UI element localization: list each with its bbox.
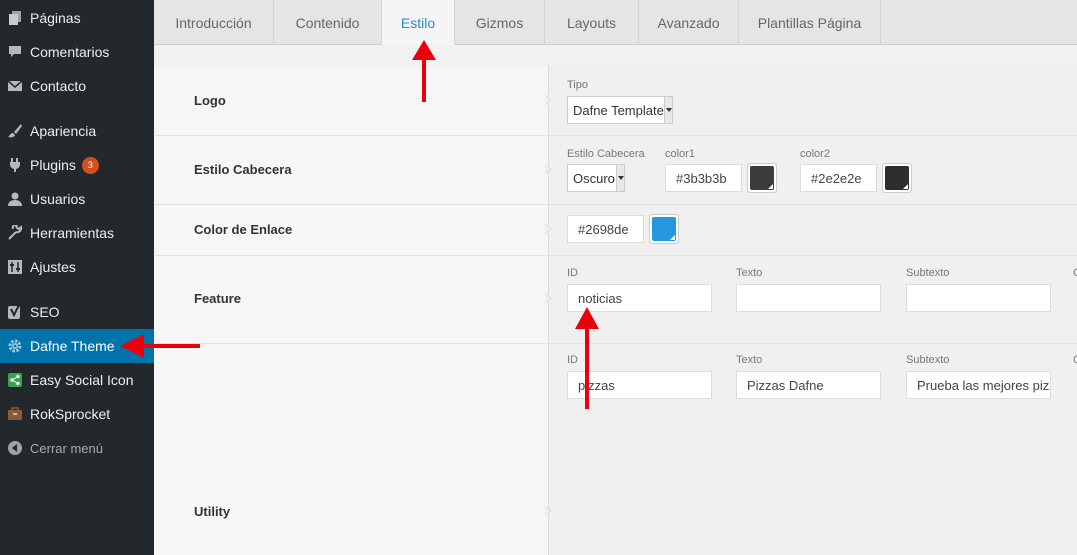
- sidebar-item-label: Comentarios: [30, 44, 110, 60]
- collapse-icon: [0, 440, 30, 456]
- sidebar-item-label: Dafne Theme: [30, 338, 115, 354]
- user-icon: [0, 191, 30, 207]
- tab-avanzado[interactable]: Avanzado: [639, 0, 739, 45]
- feature-texto-input[interactable]: Pizzas Dafne: [736, 371, 881, 399]
- mail-icon: [0, 78, 30, 94]
- row-divider: [154, 343, 1077, 344]
- feature-subtexto-label: Subtexto: [906, 354, 950, 366]
- sidebar-item-roksprocket[interactable]: RokSprocket: [0, 397, 154, 431]
- estilo-cabecera-label: Estilo Cabecera: [567, 148, 645, 160]
- link-color-swatch[interactable]: [649, 214, 679, 244]
- sidebar-item-easy-social-icon[interactable]: Easy Social Icon: [0, 363, 154, 397]
- row-label-utility: Utility: [194, 504, 231, 519]
- row-label-color-enlace: Color de Enlace: [194, 222, 293, 237]
- row-divider: [154, 135, 1077, 136]
- pages-icon: [0, 10, 30, 26]
- row-pointer-icon: [545, 164, 551, 174]
- annotation-arrow-feature-id: [575, 307, 599, 409]
- share-icon: [0, 372, 30, 388]
- tab-introduccion[interactable]: Introducción: [154, 0, 274, 45]
- sidebar-item-label: RokSprocket: [30, 406, 111, 422]
- sidebar-item-label: Easy Social Icon: [30, 372, 134, 388]
- feature-extra-label: C: [1073, 354, 1077, 366]
- row-pointer-icon: [545, 95, 551, 105]
- color1-swatch[interactable]: [747, 163, 777, 193]
- tab-contenido[interactable]: Contenido: [274, 0, 382, 45]
- tab-layouts[interactable]: Layouts: [545, 0, 639, 45]
- feature-subtexto-input[interactable]: [906, 284, 1051, 312]
- row-pointer-icon: [545, 224, 551, 234]
- feature-extra-label: C: [1073, 267, 1077, 279]
- sidebar-item-usuarios[interactable]: Usuarios: [0, 182, 154, 216]
- sidebar-item-plugins[interactable]: Plugins 3: [0, 148, 154, 182]
- sidebar-item-label: Ajustes: [30, 259, 76, 275]
- comments-icon: [0, 44, 30, 60]
- wrench-icon: [0, 225, 30, 241]
- row-label-feature: Feature: [194, 291, 241, 306]
- row-divider: [154, 255, 1077, 256]
- row-label-estilo-cabecera: Estilo Cabecera: [194, 162, 292, 177]
- plugin-icon: [0, 157, 30, 173]
- color2-swatch[interactable]: [882, 163, 912, 193]
- row-pointer-icon: [545, 293, 551, 303]
- color2-input[interactable]: #2e2e2e: [800, 164, 877, 192]
- color2-swatch-fill: [885, 166, 909, 190]
- collapse-menu-button[interactable]: Cerrar menú: [0, 431, 154, 465]
- feature-id-label: ID: [567, 267, 578, 279]
- feature-texto-label: Texto: [736, 267, 763, 279]
- admin-sidebar: Páginas Comentarios Contacto Apariencia …: [0, 0, 154, 555]
- estilo-cabecera-select[interactable]: Oscuro: [567, 164, 625, 192]
- briefcase-icon: [0, 406, 30, 422]
- tipo-select[interactable]: Dafne Template: [567, 96, 673, 124]
- chevron-down-icon: [616, 165, 624, 191]
- sidebar-item-seo[interactable]: SEO: [0, 295, 154, 329]
- tab-plantillas-pagina[interactable]: Plantillas Página: [739, 0, 881, 45]
- sidebar-item-ajustes[interactable]: Ajustes: [0, 250, 154, 284]
- sidebar-item-herramientas[interactable]: Herramientas: [0, 216, 154, 250]
- sidebar-item-apariencia[interactable]: Apariencia: [0, 114, 154, 148]
- paintbrush-icon: [0, 123, 30, 139]
- sidebar-item-label: SEO: [30, 304, 60, 320]
- feature-texto-input[interactable]: [736, 284, 881, 312]
- color1-swatch-fill: [750, 166, 774, 190]
- sidebar-item-label: Herramientas: [30, 225, 115, 241]
- sidebar-item-paginas[interactable]: Páginas: [0, 1, 154, 35]
- yoast-icon: [0, 304, 30, 320]
- chevron-down-icon: [664, 97, 672, 123]
- gear-icon: [0, 338, 30, 354]
- annotation-arrow-estilo-tab: [412, 40, 436, 102]
- sidebar-item-label: Apariencia: [30, 123, 97, 139]
- sidebar-item-contacto[interactable]: Contacto: [0, 69, 154, 103]
- sidebar-item-label: Cerrar menú: [30, 440, 103, 456]
- settings-icon: [0, 259, 30, 275]
- sidebar-item-label: Plugins: [30, 157, 76, 173]
- annotation-arrow-dafne-theme: [120, 334, 200, 358]
- sidebar-item-label: Páginas: [30, 10, 81, 26]
- feature-subtexto-label: Subtexto: [906, 267, 950, 279]
- row-divider: [154, 204, 1077, 205]
- link-color-input[interactable]: #2698de: [567, 215, 644, 243]
- sidebar-item-label: Usuarios: [30, 191, 86, 207]
- settings-tabs: Introducción Contenido Estilo Gizmos Lay…: [154, 0, 1077, 46]
- feature-subtexto-input[interactable]: Prueba las mejores pizz: [906, 371, 1051, 399]
- feature-texto-label: Texto: [736, 354, 763, 366]
- estilo-cabecera-value: Oscuro: [573, 170, 615, 186]
- sidebar-item-label: Contacto: [30, 78, 87, 94]
- row-label-logo: Logo: [194, 93, 226, 108]
- plugin-count-badge: 3: [81, 156, 99, 174]
- label-column: [154, 66, 548, 555]
- row-pointer-icon: [545, 506, 551, 516]
- color1-label: color1: [665, 148, 695, 160]
- tipo-label: Tipo: [567, 79, 588, 91]
- sidebar-item-comentarios[interactable]: Comentarios: [0, 35, 154, 69]
- tipo-select-value: Dafne Template: [573, 102, 664, 118]
- color2-label: color2: [800, 148, 830, 160]
- color1-input[interactable]: #3b3b3b: [665, 164, 742, 192]
- tab-gizmos[interactable]: Gizmos: [455, 0, 545, 45]
- link-color-swatch-fill: [652, 217, 676, 241]
- content-padding: [154, 45, 1077, 66]
